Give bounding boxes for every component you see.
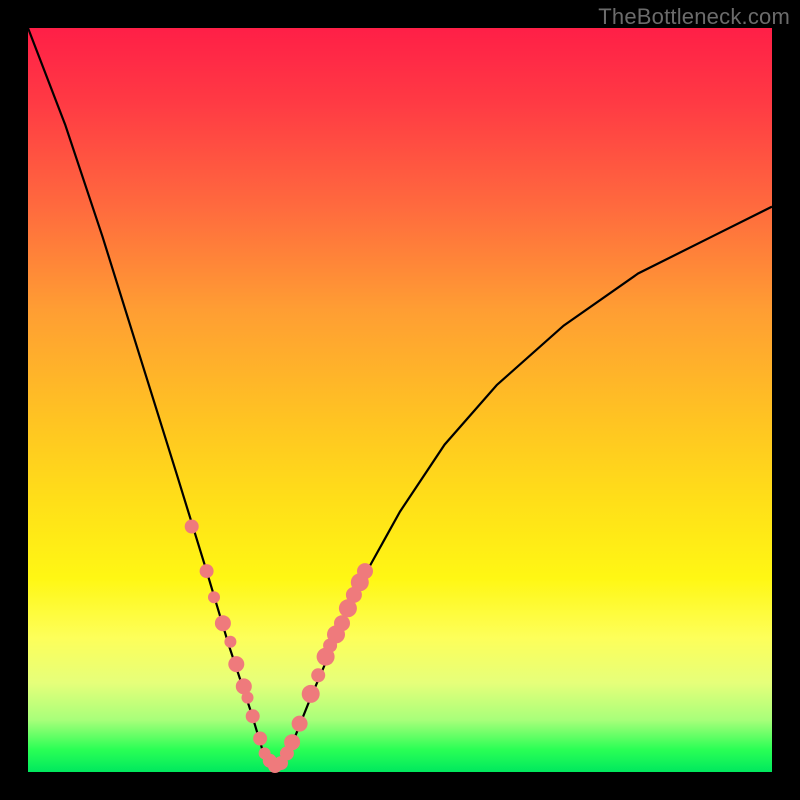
data-marker <box>242 692 254 704</box>
data-marker <box>292 716 308 732</box>
data-marker <box>228 656 244 672</box>
data-marker <box>215 615 231 631</box>
data-marker <box>185 520 199 534</box>
data-marker <box>311 668 325 682</box>
data-marker <box>302 685 320 703</box>
data-marker <box>284 734 300 750</box>
data-marker <box>253 732 267 746</box>
data-marker <box>200 564 214 578</box>
data-marker <box>208 591 220 603</box>
bottleneck-curve <box>28 28 772 768</box>
marker-group <box>185 520 373 774</box>
data-marker <box>224 636 236 648</box>
data-marker <box>357 563 373 579</box>
chart-svg <box>28 28 772 772</box>
chart-frame <box>28 28 772 772</box>
data-marker <box>246 709 260 723</box>
watermark-text: TheBottleneck.com <box>598 4 790 30</box>
data-marker <box>334 615 350 631</box>
